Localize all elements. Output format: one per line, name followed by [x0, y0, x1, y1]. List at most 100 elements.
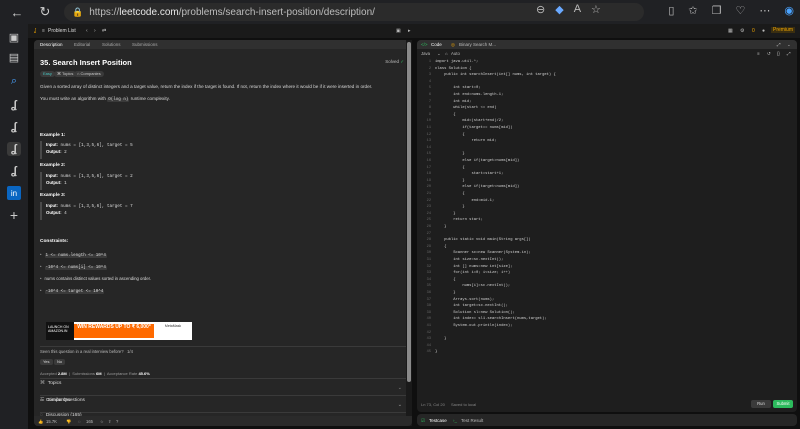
code-line: { — [435, 244, 447, 249]
play-icon[interactable]: ▸ — [408, 28, 411, 34]
terminal-icon: ›_ — [453, 418, 458, 423]
description-tabs: Description Editorial Solutions Submissi… — [34, 40, 412, 49]
dislike-icon[interactable]: 👎 — [66, 419, 71, 425]
code-line: System.out.println(index); — [435, 324, 513, 328]
code-line: int target=sc.nextInt(); — [435, 304, 508, 309]
search-icon[interactable]: ⌕ — [7, 74, 21, 88]
description-panel: Description Editorial Solutions Submissi… — [34, 40, 412, 426]
accordion-similar-questions[interactable]: ☰ Similar Questions ⌄ — [40, 398, 406, 412]
auto-mode[interactable]: Auto — [451, 51, 460, 56]
code-tab-icon: </> — [421, 42, 428, 47]
example-heading: Example 3: — [40, 193, 66, 198]
like-icon[interactable]: 👍 — [38, 419, 43, 425]
health-icon[interactable]: ♡ — [736, 4, 746, 17]
example-output: Output: 1 — [46, 180, 67, 186]
tab-solutions[interactable]: Solutions — [102, 42, 121, 47]
menu-icon[interactable]: ≡ — [42, 28, 45, 34]
run-button[interactable]: Run — [751, 400, 771, 408]
code-line: else if(target<nums[mid]) — [435, 185, 520, 190]
tag-icon[interactable]: ◆ — [555, 3, 563, 16]
ad-left-text: LAUNCH ON AMAZON.IN — [46, 322, 74, 340]
extensions-icon[interactable]: ⋯ — [759, 4, 770, 17]
leetcode-logo-icon[interactable]: ʆ — [34, 28, 36, 34]
tab-code[interactable]: Code — [431, 42, 442, 47]
example-bar — [40, 202, 42, 220]
line-number: 11 — [426, 126, 431, 130]
difficulty-badge[interactable]: Easy — [40, 71, 55, 77]
tab-binary-search[interactable]: Binary Search M... — [459, 42, 496, 47]
linkedin-tab-icon[interactable]: in — [7, 186, 21, 200]
line-number: 34 — [426, 277, 431, 282]
fullscreen-icon[interactable]: ⤢ — [787, 51, 790, 56]
advertisement-banner[interactable]: LAUNCH ON AMAZON.IN WIN REWARDS UP TO ₹ … — [46, 322, 192, 340]
favorite-icon[interactable]: ☆ — [591, 3, 601, 16]
favorites-icon[interactable]: ✩ — [688, 4, 697, 17]
collections-icon[interactable]: ❐ — [712, 4, 722, 17]
language-select[interactable]: Java — [421, 51, 430, 56]
comment-icon[interactable]: ◌ — [78, 419, 81, 424]
streak-icon[interactable]: 0 — [752, 28, 755, 34]
refresh-icon[interactable]: ↻ — [34, 1, 56, 23]
shuffle-icon[interactable]: ⇄ — [102, 28, 106, 34]
format-icon[interactable]: ≡ — [757, 51, 760, 56]
collapse-icon[interactable]: ⌄ — [787, 42, 791, 48]
debug-icon[interactable]: ▣ — [396, 28, 401, 34]
code-line: class Solution { — [435, 66, 472, 71]
like-count: 15.7K — [46, 419, 57, 424]
line-number: 27 — [426, 231, 431, 236]
chevron-down-icon: ⌄ — [397, 385, 402, 391]
read-aloud-icon[interactable]: A — [574, 3, 581, 16]
yes-button[interactable]: Yes — [40, 359, 53, 365]
code-line: if(target== nums[mid]) — [435, 126, 513, 130]
scrollbar-thumb[interactable] — [407, 42, 411, 382]
example-input: Input: nums = [1,3,5,6], target = 5 — [46, 142, 133, 148]
line-number: 36 — [426, 291, 431, 295]
description-scrollbar[interactable] — [406, 40, 412, 426]
help-icon[interactable]: ? — [116, 419, 118, 424]
tab-description[interactable]: Description — [40, 42, 63, 47]
line-number: 16 — [426, 159, 431, 163]
new-tab-icon[interactable]: + — [7, 207, 21, 223]
tab-submissions[interactable]: Submissions — [132, 42, 158, 47]
brackets-icon[interactable]: {} — [777, 51, 780, 56]
premium-button[interactable]: Premium — [771, 27, 796, 33]
leetcode-tab-icon[interactable]: ʆ — [7, 120, 21, 134]
accordion-topics[interactable]: ⌘ Topics ⌄ — [40, 381, 406, 395]
line-number: 43 — [426, 337, 431, 342]
chevron-down-icon[interactable]: ⌄ — [437, 51, 441, 57]
line-number: 13 — [426, 139, 431, 144]
prev-icon[interactable]: ‹ — [86, 28, 88, 34]
example-bar — [40, 141, 42, 159]
leetcode-tab-icon[interactable]: ʆ — [7, 98, 21, 112]
browser-sidebar: ▣ ▤ ⌕ ʆ ʆ ʆ ʆ in + — [0, 24, 28, 429]
leetcode-tab-icon[interactable]: ʆ — [7, 164, 21, 178]
avatar[interactable]: ● — [762, 28, 765, 34]
tag-icon: ⌘ — [57, 71, 61, 76]
split-screen-icon[interactable]: ▯ — [668, 4, 674, 17]
workspace-icon[interactable]: ▤ — [7, 50, 21, 64]
code-editor[interactable]: 1 import java.util.*; 2 class Solution {3 p… — [417, 60, 797, 396]
companies-badge[interactable]: ⌂ Companies — [74, 71, 104, 77]
back-icon[interactable]: ← — [6, 1, 28, 23]
leetcode-tab-active-icon[interactable]: ʆ — [7, 142, 21, 156]
next-icon[interactable]: › — [94, 28, 96, 34]
submit-button[interactable]: Submit — [773, 400, 793, 408]
code-line: while(start <= end) — [435, 106, 497, 111]
lock-icon: ⌂ — [445, 51, 448, 56]
problem-list-link[interactable]: Problem List — [48, 28, 76, 34]
layout-icon[interactable]: ▦ — [728, 28, 733, 34]
tab-test-result[interactable]: Test Result — [461, 418, 483, 423]
code-line: for(int i=0; i<size; i++) — [435, 271, 511, 276]
settings-icon[interactable]: ⚙ — [740, 28, 744, 34]
zoom-icon[interactable]: ⊖ — [536, 3, 545, 16]
tab-testcase[interactable]: Testcase — [429, 418, 447, 423]
divider — [40, 346, 406, 347]
reset-icon[interactable]: ↺ — [767, 51, 771, 57]
tab-editorial[interactable]: Editorial — [74, 42, 90, 47]
share-icon[interactable]: ⇪ — [108, 419, 112, 424]
star-icon[interactable]: ☆ — [100, 419, 104, 424]
expand-icon[interactable]: ⤢ — [777, 42, 781, 47]
tab-actions-icon[interactable]: ▣ — [7, 30, 21, 44]
no-button[interactable]: No — [54, 359, 66, 365]
copilot-icon[interactable]: ◉ — [784, 4, 794, 17]
